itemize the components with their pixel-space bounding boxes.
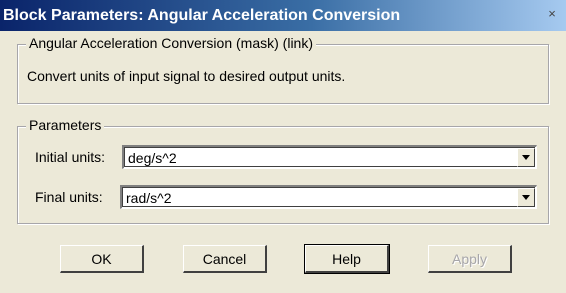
ok-button[interactable]: OK	[60, 245, 144, 273]
close-icon[interactable]: ×	[544, 6, 560, 22]
chevron-down-icon	[522, 195, 530, 200]
final-units-label: Final units:	[35, 189, 103, 205]
description-legend: Angular Acceleration Conversion (mask) (…	[26, 35, 316, 51]
window-title: Block Parameters: Angular Acceleration C…	[3, 7, 401, 24]
description-group: Angular Acceleration Conversion (mask) (…	[17, 35, 549, 104]
title-bar[interactable]: Block Parameters: Angular Acceleration C…	[0, 0, 566, 31]
cancel-button[interactable]: Cancel	[183, 245, 267, 273]
initial-units-dropdown-button[interactable]	[517, 148, 535, 167]
description-text: Convert units of input signal to desired…	[27, 68, 346, 84]
initial-units-row: Initial units: deg/s^2	[18, 145, 548, 169]
final-units-row: Final units: rad/s^2	[18, 185, 548, 209]
initial-units-label: Initial units:	[35, 149, 106, 165]
parameters-group: Parameters Initial units: deg/s^2 Final …	[17, 117, 549, 224]
final-units-dropdown-button[interactable]	[517, 188, 535, 207]
apply-button[interactable]: Apply	[428, 245, 512, 273]
chevron-down-icon	[522, 155, 530, 160]
final-units-select[interactable]: rad/s^2	[120, 185, 537, 209]
initial-units-value: deg/s^2	[128, 150, 177, 166]
help-button[interactable]: Help	[304, 244, 390, 274]
parameters-legend: Parameters	[26, 117, 105, 133]
final-units-value: rad/s^2	[126, 190, 172, 206]
initial-units-select[interactable]: deg/s^2	[122, 145, 537, 169]
